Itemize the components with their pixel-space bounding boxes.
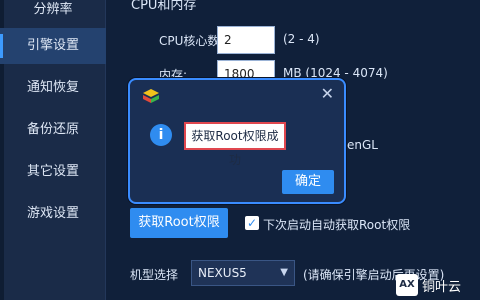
- render-mode-text: enGL: [347, 138, 378, 152]
- sidebar-item-other-settings[interactable]: 其它设置: [0, 154, 106, 190]
- model-select-value: NEXUS5: [198, 266, 247, 280]
- section-title: CPU和内存: [131, 0, 197, 13]
- sidebar-item-label: 引擎设置: [26, 38, 79, 53]
- sidebar-item-label: 其它设置: [26, 164, 79, 179]
- watermark: AX 铜叶云: [396, 272, 476, 298]
- sidebar: 分辨率 引擎设置 通知恢复 备份还原 其它设置 游戏设置: [0, 0, 106, 300]
- sidebar-item-label: 通知恢复: [26, 80, 79, 95]
- sidebar-item-label: 游戏设置: [26, 206, 79, 221]
- ok-button[interactable]: 确定: [282, 170, 334, 194]
- cpu-cores-range: (2 - 4): [283, 32, 320, 46]
- watermark-logo: AX: [396, 274, 418, 296]
- sidebar-item-label: 备份还原: [26, 122, 79, 137]
- dialog-message: 获取Root权限成功: [184, 122, 286, 167]
- root-success-dialog: ✕ i 获取Root权限成功 确定: [128, 78, 346, 204]
- watermark-text: 铜叶云: [422, 280, 462, 295]
- info-icon: i: [150, 124, 172, 146]
- model-label: 机型选择: [130, 268, 179, 282]
- get-root-button[interactable]: 获取Root权限: [130, 208, 228, 238]
- sidebar-item-backup-restore[interactable]: 备份还原: [0, 112, 106, 148]
- cpu-cores-label: CPU核心数:: [159, 34, 224, 48]
- sidebar-item-label: 分辨率: [33, 2, 73, 17]
- auto-root-label: 下次启动自动获取Root权限: [263, 218, 411, 232]
- app-logo-icon: [143, 89, 159, 103]
- sidebar-item-resolution[interactable]: 分辨率: [0, 0, 106, 28]
- model-select[interactable]: NEXUS5 ▼: [191, 260, 295, 286]
- close-icon[interactable]: ✕: [321, 86, 334, 102]
- cpu-cores-field[interactable]: 2: [217, 26, 275, 54]
- auto-root-checkbox[interactable]: ✓: [245, 216, 259, 230]
- sidebar-item-game-settings[interactable]: 游戏设置: [0, 196, 106, 232]
- sidebar-item-notification-restore[interactable]: 通知恢复: [0, 70, 106, 106]
- chevron-down-icon: ▼: [280, 267, 288, 278]
- sidebar-item-engine-settings[interactable]: 引擎设置: [0, 28, 106, 64]
